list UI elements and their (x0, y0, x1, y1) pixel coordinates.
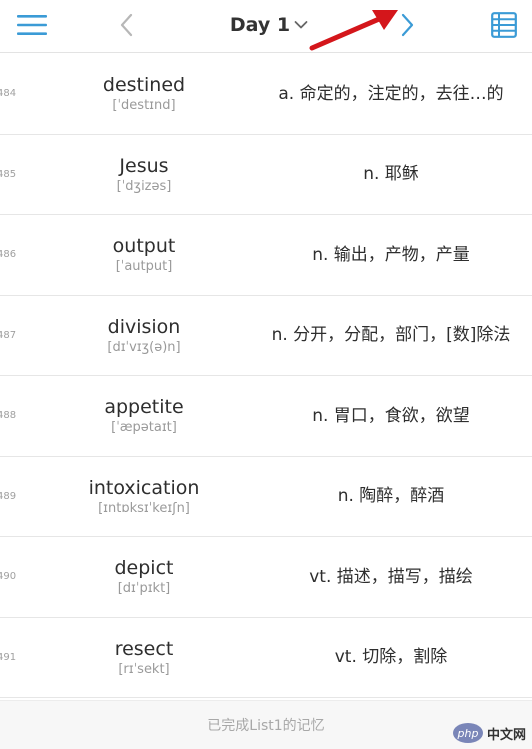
word-meaning: n. 陶醉，醉酒 (337, 486, 445, 507)
word-list: 484 destined [ˈdestɪnd] a. 命定的，注定的，去往…的 … (0, 54, 532, 698)
hamburger-menu-icon (17, 15, 47, 35)
word-index: 487 (0, 329, 17, 341)
day-label: Day 1 (229, 14, 291, 36)
word-row[interactable]: 490 depict [dɪˈpɪkt] vt. 描述，描写，描绘 (0, 537, 532, 618)
word-text: resect (114, 637, 174, 660)
word-row[interactable]: 488 appetite [ˈæpətaɪt] n. 胃口，食欲，欲望 (0, 376, 532, 457)
word-phonetic: [dɪˈvɪʒ(ə)n] (107, 339, 181, 355)
meaning-column: vt. 切除，割除 (260, 618, 522, 698)
word-row[interactable]: 485 Jesus [ˈdʒizəs] n. 耶稣 (0, 135, 532, 215)
php-logo-badge: php (452, 723, 483, 743)
word-text: output (112, 235, 176, 258)
word-meaning: n. 分开，分配，部门，[数]除法 (271, 325, 511, 346)
word-meaning: vt. 描述，描写，描绘 (309, 566, 473, 587)
word-phonetic: [ɪntɒksɪˈkeɪʃn] (98, 500, 190, 516)
word-meaning: n. 输出，产物，产量 (312, 244, 470, 265)
meaning-column: n. 分开，分配，部门，[数]除法 (260, 296, 522, 376)
word-phonetic: [ˈautput] (115, 259, 173, 275)
word-index: 488 (0, 410, 17, 422)
word-column: Jesus [ˈdʒizəs] (58, 135, 230, 215)
previous-day-button[interactable] (110, 8, 144, 42)
word-row[interactable]: 487 division [dɪˈvɪʒ(ə)n] n. 分开，分配，部门，[数… (0, 296, 532, 376)
word-column: appetite [ˈæpətaɪt] (58, 376, 230, 456)
watermark-logo: php 中文网 (452, 723, 526, 743)
red-arrow-annotation-icon (309, 10, 398, 51)
chevron-left-icon (120, 13, 133, 37)
completion-status: 已完成List1的记忆 (207, 718, 325, 734)
word-text: destined (102, 74, 186, 97)
word-column: destined [ˈdestɪnd] (58, 54, 230, 134)
list-view-icon (491, 12, 517, 38)
word-text: depict (114, 557, 174, 580)
word-phonetic: [ˈdestɪnd] (112, 98, 176, 114)
word-index: 484 (0, 88, 17, 100)
word-phonetic: [ˈdʒizəs] (116, 178, 172, 194)
word-row[interactable]: 491 resect [rɪˈsekt] vt. 切除，割除 (0, 618, 532, 698)
word-row[interactable]: 484 destined [ˈdestɪnd] a. 命定的，注定的，去往…的 (0, 54, 532, 135)
meaning-column: n. 输出，产物，产量 (260, 215, 522, 295)
word-text: appetite (104, 396, 184, 419)
word-index: 486 (0, 249, 17, 261)
site-name: 中文网 (486, 727, 526, 743)
word-index: 489 (0, 490, 17, 502)
meaning-column: n. 陶醉，醉酒 (260, 457, 522, 537)
word-row[interactable]: 486 output [ˈautput] n. 输出，产物，产量 (0, 215, 532, 296)
word-row[interactable]: 489 intoxication [ɪntɒksɪˈkeɪʃn] n. 陶醉，醉… (0, 457, 532, 537)
word-phonetic: [ˈæpətaɪt] (111, 420, 177, 436)
word-index: 490 (0, 571, 17, 583)
word-column: intoxication [ɪntɒksɪˈkeɪʃn] (58, 457, 230, 537)
word-column: resect [rɪˈsekt] (58, 618, 230, 698)
word-text: division (107, 315, 181, 338)
meaning-column: vt. 描述，描写，描绘 (260, 537, 522, 617)
word-meaning: vt. 切除，割除 (334, 647, 448, 668)
word-column: division [dɪˈvɪʒ(ə)n] (58, 296, 230, 376)
word-column: depict [dɪˈpɪkt] (58, 537, 230, 617)
word-text: intoxication (88, 476, 200, 499)
word-meaning: a. 命定的，注定的，去往…的 (278, 83, 504, 104)
word-phonetic: [dɪˈpɪkt] (117, 581, 171, 597)
list-footer: 已完成List1的记忆 php 中文网 (0, 700, 532, 749)
word-phonetic: [rɪˈsekt] (118, 661, 170, 677)
word-meaning: n. 耶稣 (363, 164, 419, 185)
word-column: output [ˈautput] (58, 215, 230, 295)
meaning-column: a. 命定的，注定的，去往…的 (260, 54, 522, 134)
word-meaning: n. 胃口，食欲，欲望 (312, 405, 470, 426)
list-view-button[interactable] (484, 9, 524, 41)
meaning-column: n. 耶稣 (260, 135, 522, 215)
top-bar: Day 1 (0, 0, 532, 53)
menu-button[interactable] (12, 9, 52, 41)
word-index: 485 (0, 168, 17, 180)
word-index: 491 (0, 651, 17, 663)
meaning-column: n. 胃口，食欲，欲望 (260, 376, 522, 456)
word-text: Jesus (119, 154, 169, 177)
